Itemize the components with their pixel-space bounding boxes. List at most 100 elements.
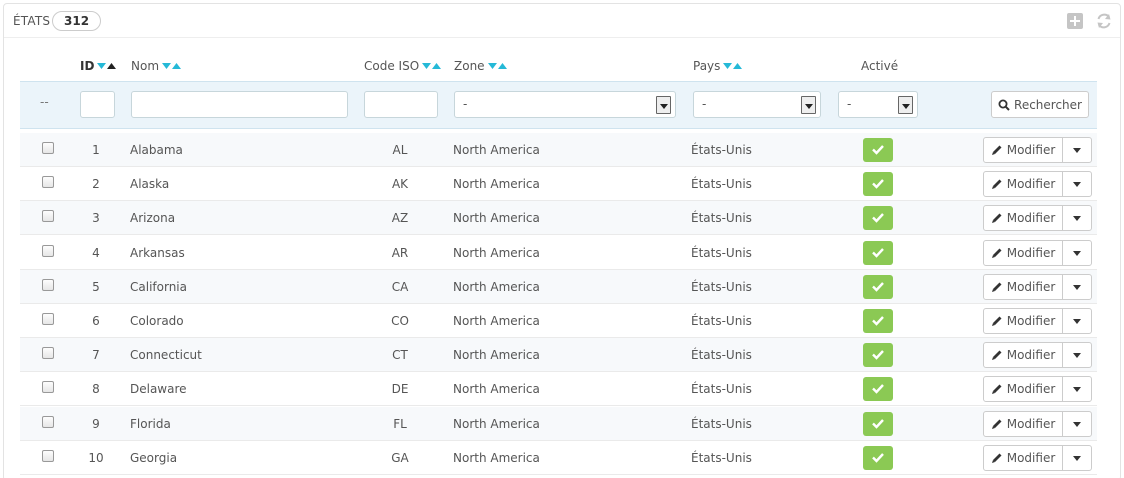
cell-country: États-Unis: [691, 279, 752, 294]
refresh-icon[interactable]: [1095, 12, 1113, 30]
column-header-iso: Code ISO: [364, 59, 442, 73]
sort-asc-icon[interactable]: [733, 63, 743, 69]
active-toggle[interactable]: [863, 274, 893, 299]
active-toggle[interactable]: [863, 240, 893, 265]
more-actions-caret-icon[interactable]: [1063, 206, 1091, 230]
search-button[interactable]: Rechercher: [991, 91, 1089, 118]
filter-name-input[interactable]: [131, 91, 348, 118]
column-header-id: ID: [80, 59, 117, 73]
filter-active-select[interactable]: -: [838, 91, 918, 118]
cell-name: Georgia: [130, 450, 178, 465]
bulk-filter-placeholder: --: [40, 95, 49, 109]
row-actions: Modifier: [983, 205, 1092, 232]
filter-iso-input[interactable]: [364, 91, 438, 118]
dropdown-arrow-icon[interactable]: [898, 96, 913, 114]
cell-country: États-Unis: [691, 450, 752, 465]
cell-iso: AR: [391, 245, 409, 260]
row-checkbox[interactable]: [42, 347, 54, 360]
edit-button[interactable]: Modifier: [984, 377, 1063, 402]
edit-button-label: Modifier: [1006, 245, 1056, 260]
filter-zone-value: -: [463, 97, 468, 111]
sort-asc-icon[interactable]: [172, 63, 182, 69]
edit-button[interactable]: Modifier: [984, 445, 1063, 470]
active-toggle[interactable]: [863, 343, 893, 368]
column-header-active: Activé: [861, 59, 898, 73]
cell-id: 1: [92, 143, 100, 157]
cell-iso: FL: [393, 416, 407, 431]
add-new-icon[interactable]: [1066, 12, 1084, 30]
more-actions-caret-icon[interactable]: [1063, 377, 1091, 401]
edit-button[interactable]: Modifier: [984, 240, 1063, 265]
cell-name: Alaska: [130, 177, 170, 192]
active-toggle[interactable]: [863, 445, 893, 470]
row-checkbox[interactable]: [42, 142, 54, 154]
sort-desc-icon[interactable]: [723, 63, 733, 69]
sort-desc-icon[interactable]: [487, 63, 497, 69]
active-toggle[interactable]: [863, 138, 893, 162]
pencil-icon: [991, 248, 1002, 258]
row-checkbox[interactable]: [42, 210, 54, 223]
check-icon: [872, 384, 884, 395]
row-checkbox[interactable]: [42, 313, 54, 325]
cell-id: 5: [92, 279, 100, 294]
cell-id: 2: [92, 177, 100, 192]
cell-zone: North America: [453, 211, 540, 226]
dropdown-arrow-icon[interactable]: [656, 96, 671, 114]
edit-button[interactable]: Modifier: [984, 172, 1063, 197]
active-toggle[interactable]: [863, 411, 893, 436]
more-actions-caret-icon[interactable]: [1063, 343, 1091, 367]
sort-asc-icon[interactable]: [497, 63, 507, 69]
edit-button[interactable]: Modifier: [984, 411, 1063, 436]
filter-active-value: -: [847, 97, 852, 111]
table-row: 10 Georgia GA North America États-Unis Modifi…: [20, 440, 1097, 475]
active-toggle[interactable]: [863, 172, 893, 197]
active-toggle[interactable]: [863, 309, 893, 333]
edit-button[interactable]: Modifier: [984, 309, 1063, 333]
more-actions-caret-icon[interactable]: [1063, 309, 1091, 333]
row-checkbox[interactable]: [42, 449, 54, 462]
edit-button-label: Modifier: [1006, 314, 1056, 328]
column-label-active: Activé: [861, 59, 899, 73]
edit-button[interactable]: Modifier: [984, 138, 1063, 162]
cell-name: Delaware: [130, 382, 187, 397]
check-icon: [872, 316, 884, 326]
more-actions-caret-icon[interactable]: [1063, 138, 1091, 162]
cell-country: États-Unis: [691, 211, 752, 226]
row-checkbox[interactable]: [42, 415, 54, 428]
more-actions-caret-icon[interactable]: [1063, 241, 1091, 265]
dropdown-arrow-icon[interactable]: [801, 96, 816, 114]
more-actions-caret-icon[interactable]: [1063, 446, 1091, 470]
edit-button[interactable]: Modifier: [984, 343, 1063, 368]
sort-asc-icon[interactable]: [432, 63, 442, 69]
pencil-icon: [991, 282, 1002, 292]
cell-name: Florida: [130, 416, 171, 431]
active-toggle[interactable]: [863, 377, 893, 402]
sort-asc-icon[interactable]: [107, 63, 117, 69]
pencil-icon: [991, 453, 1002, 463]
more-actions-caret-icon[interactable]: [1063, 412, 1091, 436]
sort-desc-icon[interactable]: [97, 63, 107, 69]
sort-desc-icon[interactable]: [162, 63, 172, 69]
pencil-icon: [991, 419, 1002, 429]
cell-zone: North America: [453, 450, 540, 465]
column-header-country: Pays: [693, 59, 743, 73]
row-checkbox[interactable]: [42, 381, 54, 394]
more-actions-caret-icon[interactable]: [1063, 172, 1091, 196]
row-checkbox[interactable]: [42, 278, 54, 291]
row-checkbox[interactable]: [42, 244, 54, 257]
cell-zone: North America: [453, 416, 540, 431]
sort-desc-icon[interactable]: [422, 63, 432, 69]
edit-button[interactable]: Modifier: [984, 206, 1063, 231]
filter-zone-select[interactable]: -: [454, 91, 676, 118]
filter-country-select[interactable]: -: [693, 91, 821, 118]
edit-button[interactable]: Modifier: [984, 274, 1063, 299]
cell-name: Alabama: [130, 143, 183, 157]
active-toggle[interactable]: [863, 206, 893, 231]
cell-id: 10: [88, 450, 104, 465]
more-actions-caret-icon[interactable]: [1063, 275, 1091, 299]
search-button-label: Rechercher: [1014, 97, 1082, 112]
sort-controls: [97, 63, 117, 69]
filter-id-input[interactable]: [80, 91, 115, 118]
row-checkbox[interactable]: [42, 176, 54, 189]
check-icon: [872, 281, 884, 292]
